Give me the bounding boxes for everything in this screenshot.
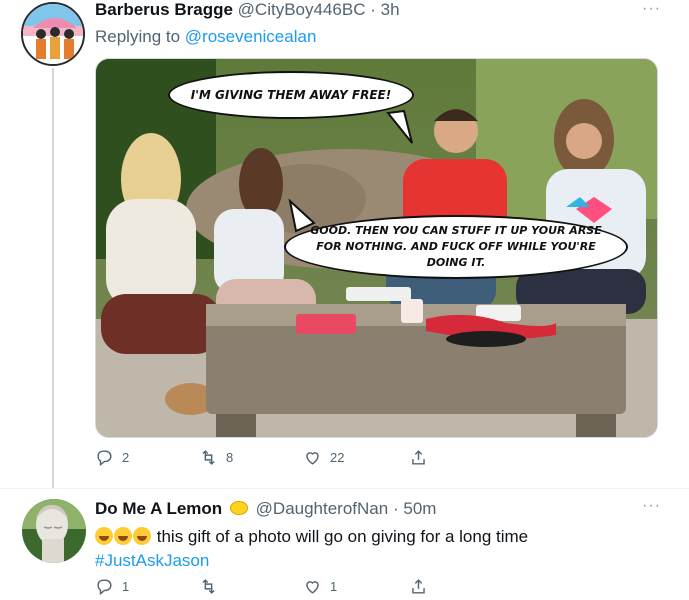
replying-prefix: Replying to — [95, 27, 181, 46]
reply-count: 2 — [122, 450, 130, 465]
reply-icon — [97, 450, 112, 467]
user-handle[interactable]: @DaughterofNan — [256, 499, 389, 518]
like-button[interactable]: 1 — [303, 577, 337, 596]
avatar[interactable] — [22, 499, 86, 563]
like-icon — [306, 452, 319, 465]
reply-count: 1 — [122, 579, 130, 594]
like-count: 1 — [330, 579, 338, 594]
retweet-icon — [202, 450, 215, 465]
like-count: 22 — [330, 450, 345, 465]
speech-bubble-top: I'M GIVING THEM AWAY FREE! — [168, 71, 414, 119]
tweet-body-text: this gift of a photo will go on giving f… — [156, 527, 529, 546]
reply-icon — [97, 579, 112, 596]
share-button[interactable] — [409, 577, 428, 596]
tweet[interactable]: Do Me A Lemon @DaughterofNan · 50m ··· t… — [0, 488, 689, 600]
retweet-button[interactable]: 8 — [199, 448, 233, 467]
more-icon[interactable]: ··· — [642, 497, 661, 515]
avatar[interactable] — [21, 2, 85, 66]
tweet-header: Barberus Bragge @CityBoy446BC · 3h — [95, 0, 400, 20]
speech-bubble-bottom: GOOD. THEN YOU CAN STUFF IT UP YOUR ARSE… — [284, 215, 628, 279]
speech-bubble-tail — [288, 199, 316, 233]
speech-bubble-tail — [386, 109, 413, 144]
replying-to-link[interactable]: @rosevenicealan — [185, 27, 317, 46]
laughing-emoji — [95, 527, 113, 545]
laughing-emoji — [133, 527, 151, 545]
reply-button[interactable]: 2 — [95, 448, 129, 467]
tweet-header: Do Me A Lemon @DaughterofNan · 50m — [95, 499, 436, 519]
timestamp[interactable]: 50m — [403, 499, 436, 518]
retweet-button[interactable] — [199, 577, 226, 596]
share-icon — [412, 450, 425, 465]
like-icon — [306, 581, 319, 594]
display-name[interactable]: Do Me A Lemon — [95, 499, 222, 518]
reply-button[interactable]: 1 — [95, 577, 129, 596]
retweet-icon — [202, 579, 215, 594]
user-handle[interactable]: @CityBoy446BC — [238, 0, 366, 19]
separator: · — [392, 499, 399, 518]
lemon-emoji — [229, 501, 248, 515]
display-name[interactable]: Barberus Bragge — [95, 0, 233, 19]
tweet[interactable]: Barberus Bragge @CityBoy446BC · 3h ··· R… — [0, 0, 689, 480]
timestamp[interactable]: 3h — [381, 0, 400, 19]
more-icon[interactable]: ··· — [642, 0, 661, 18]
separator: · — [370, 0, 376, 19]
replying-to: Replying to @rosevenicealan — [95, 27, 316, 47]
retweet-count: 8 — [226, 450, 234, 465]
hashtag-link[interactable]: #JustAskJason — [95, 551, 209, 570]
tweet-photo[interactable]: I'M GIVING THEM AWAY FREE! GOOD. THEN YO… — [95, 58, 658, 438]
like-button[interactable]: 22 — [303, 448, 344, 467]
laughing-emoji — [114, 527, 132, 545]
share-icon — [412, 579, 425, 594]
tweet-text: this gift of a photo will go on giving f… — [95, 525, 665, 573]
share-button[interactable] — [409, 448, 428, 467]
